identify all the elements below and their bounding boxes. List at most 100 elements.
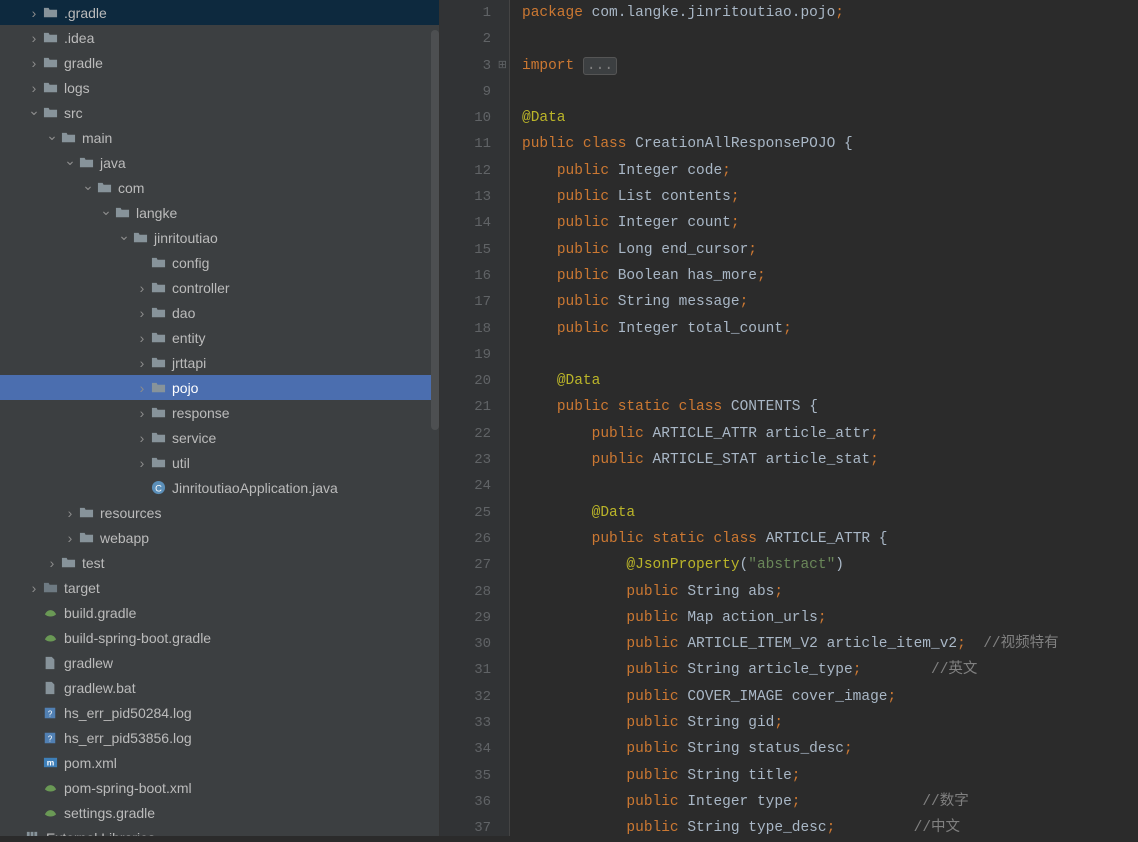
code-line[interactable]: public String type_desc; //中文	[522, 815, 1138, 841]
code-line[interactable]: public ARTICLE_ATTR article_attr;	[522, 421, 1138, 447]
tree-item-gradle[interactable]: ›gradle	[0, 50, 439, 75]
code-line[interactable]: public Long end_cursor;	[522, 237, 1138, 263]
tree-item-webapp[interactable]: ›webapp	[0, 525, 439, 550]
code-line[interactable]: public String gid;	[522, 710, 1138, 736]
expand-chevron-icon[interactable]: ⌄	[98, 202, 114, 219]
expand-chevron-icon[interactable]: ›	[134, 455, 150, 471]
expand-chevron-icon[interactable]: ›	[44, 555, 60, 571]
code-line[interactable]: public static class ARTICLE_ATTR {	[522, 526, 1138, 552]
code-line[interactable]: public ARTICLE_STAT article_stat;	[522, 447, 1138, 473]
expand-chevron-icon[interactable]: ›	[26, 580, 42, 596]
tree-item-service[interactable]: ›service	[0, 425, 439, 450]
code-line[interactable]: public ARTICLE_ITEM_V2 article_item_v2; …	[522, 631, 1138, 657]
code-line[interactable]: @JsonProperty("abstract")	[522, 552, 1138, 578]
expand-chevron-icon[interactable]: ›	[26, 80, 42, 96]
expand-chevron-icon[interactable]: ›	[134, 355, 150, 371]
expand-chevron-icon[interactable]: ›	[134, 280, 150, 296]
code-line[interactable]	[522, 342, 1138, 368]
tree-item-hs-err-pid53856-log[interactable]: ?hs_err_pid53856.log	[0, 725, 439, 750]
code-line[interactable]: public COVER_IMAGE cover_image;	[522, 684, 1138, 710]
tree-item-build-spring-boot-gradle[interactable]: build-spring-boot.gradle	[0, 625, 439, 650]
fold-region[interactable]: ...	[583, 57, 617, 75]
tree-item--gradle[interactable]: ›.gradle	[0, 0, 439, 25]
tree-item-logs[interactable]: ›logs	[0, 75, 439, 100]
code-line[interactable]: public String abs;	[522, 579, 1138, 605]
tree-item--idea[interactable]: ›.idea	[0, 25, 439, 50]
tree-item-pom-xml[interactable]: mpom.xml	[0, 750, 439, 775]
expand-chevron-icon[interactable]: ›	[134, 330, 150, 346]
tree-item-resources[interactable]: ›resources	[0, 500, 439, 525]
expand-chevron-icon[interactable]: ⌄	[62, 152, 78, 169]
tree-item-gradlew-bat[interactable]: gradlew.bat	[0, 675, 439, 700]
expand-chevron-icon[interactable]: ›	[134, 405, 150, 421]
code-line[interactable]: public Integer type; //数字	[522, 789, 1138, 815]
code-line[interactable]	[522, 79, 1138, 105]
code-line[interactable]: public String article_type; //英文	[522, 657, 1138, 683]
code-line[interactable]: public Map action_urls;	[522, 605, 1138, 631]
tree-item-com[interactable]: ⌄com	[0, 175, 439, 200]
code-line[interactable]: @Data	[522, 368, 1138, 394]
tree-item-target[interactable]: ›target	[0, 575, 439, 600]
expand-chevron-icon[interactable]: ›	[26, 30, 42, 46]
line-number: 30	[440, 631, 491, 657]
tree-item-langke[interactable]: ⌄langke	[0, 200, 439, 225]
code-editor[interactable]: 1239101112131415161718192021222324252627…	[440, 0, 1138, 836]
expand-chevron-icon[interactable]: ›	[62, 505, 78, 521]
code-line[interactable]: public String title;	[522, 763, 1138, 789]
code-line[interactable]: import ...	[522, 53, 1138, 79]
expand-chevron-icon[interactable]: ›	[26, 55, 42, 71]
code-line[interactable]: public String status_desc;	[522, 736, 1138, 762]
code-line[interactable]	[522, 473, 1138, 499]
type: COVER_IMAGE	[687, 689, 783, 705]
tree-item-gradlew[interactable]: gradlew	[0, 650, 439, 675]
tree-item-util[interactable]: ›util	[0, 450, 439, 475]
fold-expand-icon[interactable]: ⊞	[498, 53, 507, 79]
tree-item-build-gradle[interactable]: build.gradle	[0, 600, 439, 625]
expand-chevron-icon[interactable]: ›	[134, 380, 150, 396]
line-number: 14	[440, 210, 491, 236]
code-line[interactable]: public List contents;	[522, 184, 1138, 210]
tree-item-src[interactable]: ⌄src	[0, 100, 439, 125]
expand-chevron-icon[interactable]: ›	[134, 430, 150, 446]
expand-chevron-icon[interactable]: ⌄	[26, 102, 42, 119]
tree-item-jrttapi[interactable]: ›jrttapi	[0, 350, 439, 375]
tree-item-pojo[interactable]: ›pojo	[0, 375, 439, 400]
code-line[interactable]: public String message;	[522, 289, 1138, 315]
code-line[interactable]: public Integer total_count;	[522, 316, 1138, 342]
tree-item-main[interactable]: ⌄main	[0, 125, 439, 150]
code-line[interactable]: @Data	[522, 500, 1138, 526]
tree-item-dao[interactable]: ›dao	[0, 300, 439, 325]
expand-chevron-icon[interactable]: ⌄	[44, 127, 60, 144]
code-line[interactable]: @Data	[522, 105, 1138, 131]
svg-text:?: ?	[48, 709, 53, 718]
tree-item-controller[interactable]: ›controller	[0, 275, 439, 300]
project-tree-panel[interactable]: ›.gradle›.idea›gradle›logs⌄src⌄main⌄java…	[0, 0, 440, 836]
tree-item-jinritoutiao[interactable]: ⌄jinritoutiao	[0, 225, 439, 250]
code-line[interactable]: public Integer code;	[522, 158, 1138, 184]
expand-chevron-icon[interactable]: ›	[8, 830, 24, 837]
tree-item-hs-err-pid50284-log[interactable]: ?hs_err_pid50284.log	[0, 700, 439, 725]
tree-item-jinritoutiaoapplication-java[interactable]: CJinritoutiaoApplication.java	[0, 475, 439, 500]
tree-item-test[interactable]: ›test	[0, 550, 439, 575]
tree-item-settings-gradle[interactable]: settings.gradle	[0, 800, 439, 825]
sidebar-scrollbar[interactable]	[431, 30, 439, 430]
code-line[interactable]: package com.langke.jinritoutiao.pojo;	[522, 0, 1138, 26]
tree-item-config[interactable]: config	[0, 250, 439, 275]
code-area[interactable]: package com.langke.jinritoutiao.pojo; im…	[510, 0, 1138, 836]
code-line[interactable]: public static class CONTENTS {	[522, 394, 1138, 420]
expand-chevron-icon[interactable]: ›	[26, 5, 42, 21]
tree-item-pom-spring-boot-xml[interactable]: pom-spring-boot.xml	[0, 775, 439, 800]
identifier: code	[687, 163, 722, 179]
tree-item-external-libraries[interactable]: ›External Libraries	[0, 825, 439, 836]
code-line[interactable]: public Integer count;	[522, 210, 1138, 236]
code-line[interactable]: public Boolean has_more;	[522, 263, 1138, 289]
tree-item-entity[interactable]: ›entity	[0, 325, 439, 350]
code-line[interactable]	[522, 26, 1138, 52]
code-line[interactable]: public class CreationAllResponsePOJO {	[522, 131, 1138, 157]
tree-item-response[interactable]: ›response	[0, 400, 439, 425]
expand-chevron-icon[interactable]: ⌄	[80, 177, 96, 194]
expand-chevron-icon[interactable]: ›	[62, 530, 78, 546]
expand-chevron-icon[interactable]: ›	[134, 305, 150, 321]
tree-item-java[interactable]: ⌄java	[0, 150, 439, 175]
expand-chevron-icon[interactable]: ⌄	[116, 227, 132, 244]
